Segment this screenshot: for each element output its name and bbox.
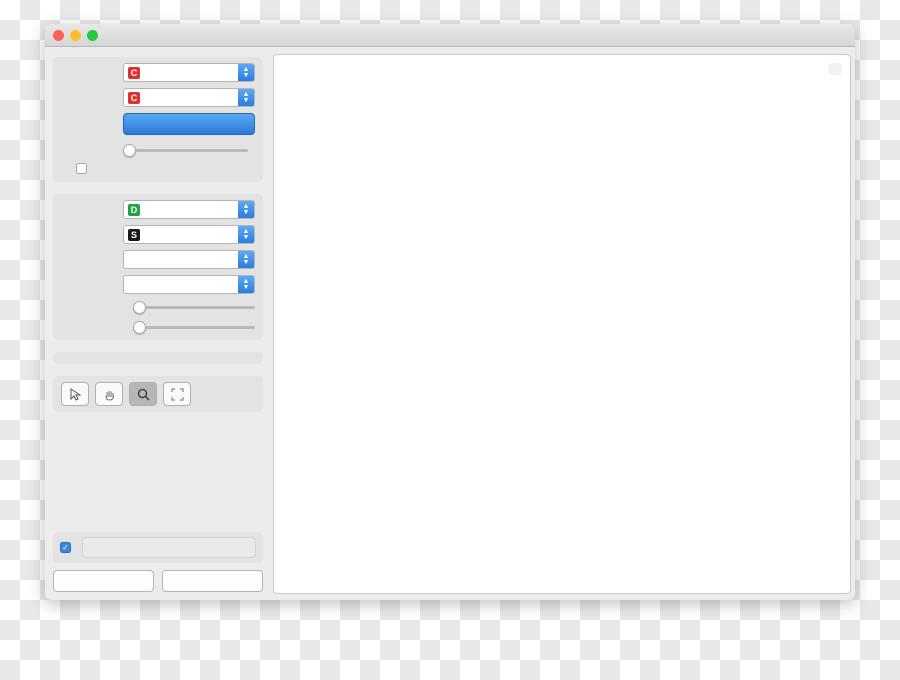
slider-track [133, 325, 255, 329]
close-button[interactable] [53, 30, 64, 41]
size-row: ▲ ▼ [61, 275, 255, 294]
send-automatically-checkbox[interactable]: ✓ [60, 542, 71, 553]
hand-icon [104, 390, 114, 401]
size-combo[interactable]: ▲ ▼ [123, 275, 255, 294]
send-automatically-row: ✓ [53, 532, 263, 563]
cursor-arrow-icon [70, 387, 81, 401]
shape-combo[interactable]: ▲ ▼ [123, 250, 255, 269]
plot-properties-group [53, 352, 263, 364]
jittering-slider[interactable] [123, 143, 248, 157]
jittering-row [61, 143, 255, 157]
axis-x-combo[interactable]: C ▲ ▼ [123, 63, 255, 82]
chevron-updown-icon[interactable]: ▲ ▼ [238, 89, 254, 106]
label-combo[interactable]: S ▲ ▼ [123, 225, 255, 244]
find-informative-projections-button[interactable] [123, 113, 255, 135]
axis-y-row: C ▲ ▼ [61, 88, 255, 107]
color-combo[interactable]: D ▲ ▼ [123, 200, 255, 219]
maximize-button[interactable] [87, 30, 98, 41]
plot-container [271, 46, 855, 600]
opacity-row [61, 320, 255, 334]
discrete-variable-icon: D [128, 203, 140, 216]
chevron-updown-icon[interactable]: ▲ ▼ [238, 64, 254, 81]
symbol-size-row [61, 300, 255, 314]
save-image-button[interactable] [53, 570, 154, 592]
magnifier-icon [137, 388, 149, 400]
scatter-plot-svg[interactable] [274, 55, 848, 593]
opacity-slider[interactable] [133, 320, 255, 334]
axis-data-group: C ▲ ▼ C ▲ ▼ [53, 57, 263, 182]
slider-knob[interactable] [133, 300, 146, 314]
chevron-updown-icon[interactable]: ▲ ▼ [238, 276, 254, 293]
chevron-updown-icon[interactable]: ▲ ▼ [238, 201, 254, 218]
expand-icon [170, 387, 184, 401]
chevron-updown-icon[interactable]: ▲ ▼ [238, 251, 254, 268]
minimize-button[interactable] [70, 30, 81, 41]
bottom-buttons [53, 570, 263, 592]
shape-row: ▲ ▼ [61, 250, 255, 269]
continuous-variable-icon: C [128, 66, 140, 79]
jitter-continuous-checkbox-row[interactable] [76, 163, 255, 174]
symbol-size-slider[interactable] [133, 300, 255, 314]
report-button[interactable] [162, 570, 263, 592]
slider-knob[interactable] [123, 143, 136, 157]
window-titlebar [45, 24, 855, 47]
jitter-continuous-checkbox[interactable] [76, 163, 87, 174]
window-controls[interactable] [53, 30, 98, 41]
scatter-plot-window: C ▲ ▼ C ▲ ▼ D ▲ ▼ S ▲ ▼ ▲ ▼ ▲ ▼ ✓ [45, 24, 855, 600]
scatter-plot-panel[interactable] [273, 54, 851, 594]
pan-hand-tool[interactable] [95, 382, 123, 406]
zoom-select-toolbar [61, 382, 255, 406]
label-row: S ▲ ▼ [61, 225, 255, 244]
zoom-select-group [53, 376, 263, 412]
reset-zoom-tool[interactable] [163, 382, 191, 406]
slider-track [133, 305, 255, 309]
select-arrow-tool[interactable] [61, 382, 89, 406]
zoom-tool[interactable] [129, 382, 157, 406]
window-body: C ▲ ▼ C ▲ ▼ D ▲ ▼ S ▲ ▼ ▲ ▼ ▲ ▼ ✓ [45, 46, 855, 600]
color-row: D ▲ ▼ [61, 200, 255, 219]
control-sidebar: C ▲ ▼ C ▲ ▼ D ▲ ▼ S ▲ ▼ ▲ ▼ ▲ ▼ ✓ [45, 46, 271, 600]
send-automatically-button[interactable] [82, 537, 256, 558]
string-variable-icon: S [128, 228, 140, 241]
slider-knob[interactable] [133, 320, 146, 334]
slider-track [123, 148, 248, 152]
axis-x-row: C ▲ ▼ [61, 63, 255, 82]
plot-legend[interactable] [828, 63, 842, 75]
continuous-variable-icon: C [128, 91, 140, 104]
points-group: D ▲ ▼ S ▲ ▼ ▲ ▼ ▲ ▼ [53, 194, 263, 340]
axis-y-combo[interactable]: C ▲ ▼ [123, 88, 255, 107]
chevron-updown-icon[interactable]: ▲ ▼ [238, 226, 254, 243]
